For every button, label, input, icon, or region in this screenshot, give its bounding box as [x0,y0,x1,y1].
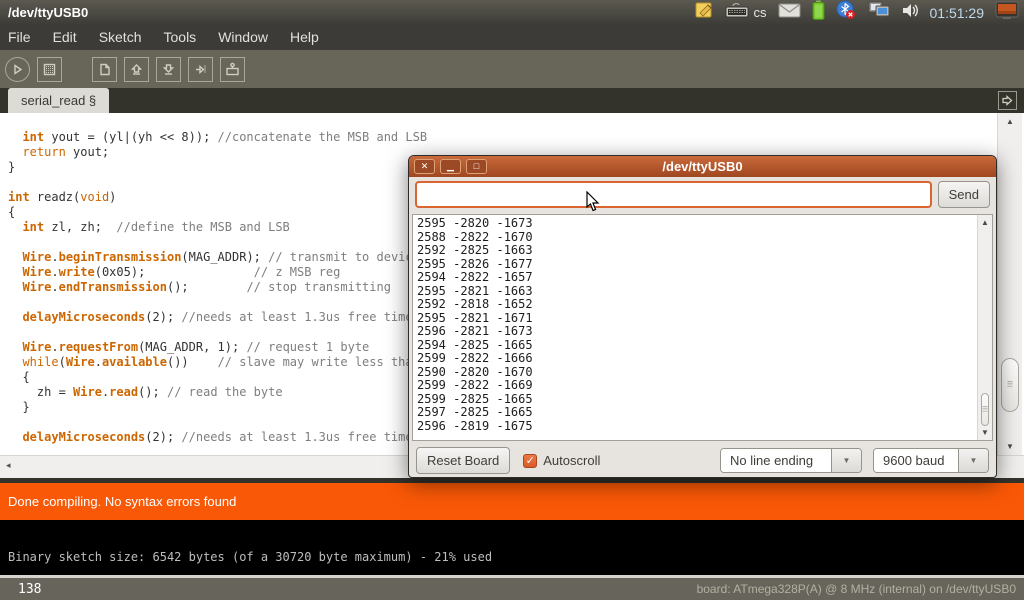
menu-item-window[interactable]: Window [207,25,279,50]
scrollbar-grip-icon: ☰ [1007,384,1013,387]
serial-data-row: 2592 -2825 -1663 [413,244,992,258]
system-tray: cs 01:51:29 [695,0,1024,25]
window-buttons: ✕ ▁ □ [409,159,487,174]
menu-item-help[interactable]: Help [279,25,330,50]
maximize-button[interactable]: □ [466,159,487,174]
serial-data-row: 2595 -2821 -1663 [413,285,992,299]
serial-output[interactable]: 2595 -2820 -16732588 -2822 -16702592 -28… [412,214,993,441]
console-output: Binary sketch size: 6542 bytes (of a 307… [8,550,492,564]
minimize-button[interactable]: ▁ [440,159,461,174]
editor-vertical-scrollbar[interactable]: ▲ ☰ ▼ [997,113,1022,455]
serial-data-row: 2595 -2821 -1671 [413,312,992,326]
active-window-title: /dev/ttyUSB0 [0,5,88,20]
serial-controls-row: Reset Board ✓ Autoscroll No line ending … [416,447,989,474]
reset-board-button[interactable]: Reset Board [416,447,510,474]
compile-status-bar: Done compiling. No syntax errors found [0,483,1024,520]
keyboard-indicator-icon[interactable] [725,2,749,23]
toolbar [0,50,1024,88]
menu-item-sketch[interactable]: Sketch [88,25,153,50]
keyboard-layout-label[interactable]: cs [754,5,767,20]
new-sketch-button[interactable] [92,57,117,82]
serial-data-row: 2596 -2819 -1675 [413,420,992,434]
serial-input-row: Send [415,181,990,209]
status-footer: 138 board: ATmega328P(A) @ 8 MHz (intern… [0,578,1024,600]
save-sketch-button[interactable] [156,57,181,82]
menu-item-tools[interactable]: Tools [153,25,208,50]
line-ending-value: No line ending [721,449,831,472]
line-ending-select[interactable]: No line ending ▼ [720,448,862,473]
line-number-indicator: 138 [0,582,41,597]
serial-data-row: 2592 -2818 -1652 [413,298,992,312]
baud-rate-value: 9600 baud [874,449,958,472]
send-button[interactable]: Send [938,181,990,208]
mouse-cursor [586,191,600,217]
serial-data-row: 2599 -2822 -1669 [413,379,992,393]
baud-rate-select[interactable]: 9600 baud ▼ [873,448,989,473]
serial-input[interactable] [415,181,932,208]
volume-icon[interactable] [902,2,919,24]
chevron-down-icon[interactable]: ▼ [958,449,988,472]
serial-scrollbar[interactable]: ▲ ☰ ▼ [977,215,992,440]
open-sketch-button[interactable] [124,57,149,82]
desktop-top-bar: /dev/ttyUSB0 cs 01:51:29 [0,0,1024,25]
serial-data-row: 2599 -2825 -1665 [413,393,992,407]
scroll-down-icon[interactable]: ▼ [998,442,1022,451]
autoscroll-label[interactable]: Autoscroll [543,453,600,468]
tab-menu-button[interactable] [998,91,1017,110]
serial-data-row: 2590 -2820 -1670 [413,366,992,380]
serial-data-row: 2597 -2825 -1665 [413,406,992,420]
scroll-left-icon[interactable]: ◂ [6,460,11,471]
scroll-up-icon[interactable]: ▲ [998,117,1022,126]
stop-button[interactable] [37,57,62,82]
serial-data-row: 2599 -2822 -1666 [413,352,992,366]
scroll-up-icon[interactable]: ▲ [978,218,992,227]
clock[interactable]: 01:51:29 [930,5,985,21]
tab-bar: serial_read § [0,88,1024,113]
note-applet-icon[interactable] [695,1,714,24]
serial-data-row: 2594 -2822 -1657 [413,271,992,285]
serial-data-row: 2588 -2822 -1670 [413,231,992,245]
serial-data-row: 2595 -2820 -1673 [413,217,992,231]
verify-button[interactable] [5,57,30,82]
tab-serial-read[interactable]: serial_read § [8,88,109,113]
menu-bar: FileEditSketchToolsWindowHelp [0,25,1024,50]
board-info: board: ATmega328P(A) @ 8 MHz (internal) … [697,582,1024,596]
serial-data-row: 2596 -2821 -1673 [413,325,992,339]
serial-monitor-window: /dev/ttyUSB0 ✕ ▁ □ Send 2595 -2820 -1673… [408,155,997,478]
serial-data-row: 2594 -2825 -1665 [413,339,992,353]
scrollbar-grip-icon: ☰ [982,408,988,411]
serial-data-row: 2595 -2826 -1677 [413,258,992,272]
mail-indicator-icon[interactable] [778,3,801,23]
serial-monitor-button[interactable] [220,57,245,82]
autoscroll-checkbox[interactable]: ✓ [523,454,537,468]
scroll-down-icon[interactable]: ▼ [978,428,992,437]
session-menu-icon[interactable] [995,1,1019,25]
upload-button[interactable] [188,57,213,82]
chevron-down-icon[interactable]: ▼ [831,449,861,472]
editor-scrollbar-thumb[interactable]: ☰ [1001,358,1019,412]
close-button[interactable]: ✕ [414,159,435,174]
bluetooth-icon[interactable] [836,0,856,25]
serial-monitor-title: /dev/ttyUSB0 [409,159,996,174]
menu-item-file[interactable]: File [0,25,42,50]
code-line: int yout = (yl|(yh << 8)); //concatenate… [8,130,1024,145]
serial-monitor-titlebar[interactable]: /dev/ttyUSB0 ✕ ▁ □ [409,156,996,177]
battery-icon[interactable] [812,0,825,25]
build-console: Binary sketch size: 6542 bytes (of a 307… [0,520,1024,575]
menu-item-edit[interactable]: Edit [42,25,88,50]
network-icon[interactable] [867,1,891,25]
serial-scrollbar-thumb[interactable]: ☰ [981,393,989,426]
